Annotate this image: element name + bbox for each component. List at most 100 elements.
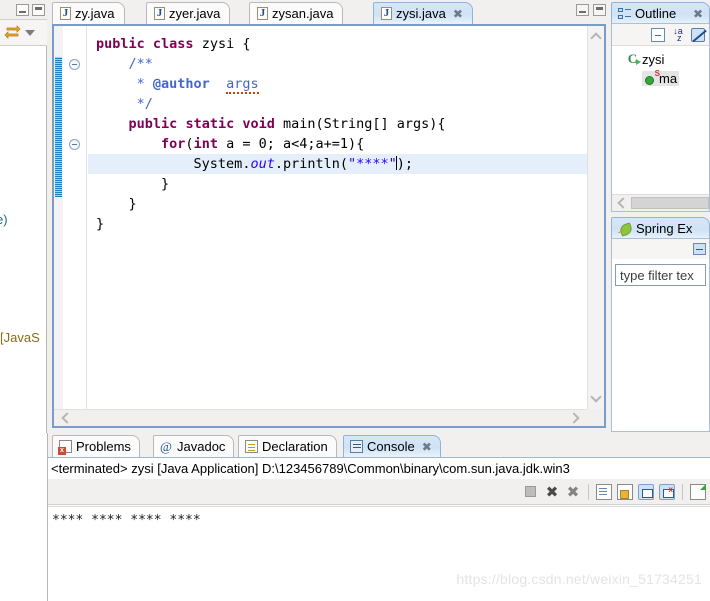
code-line: } — [88, 174, 587, 194]
code-token: class — [152, 36, 194, 52]
bottom-tab-declaration[interactable]: Declaration — [238, 435, 337, 457]
scroll-left-button[interactable] — [61, 412, 73, 424]
code-token: ); — [396, 156, 414, 172]
editor-horizontal-scrollbar[interactable] — [54, 409, 587, 426]
outline-item-content: zysi — [626, 51, 665, 67]
editor-tab-label: zysi.java — [396, 6, 446, 21]
java-file-icon — [60, 6, 71, 20]
editor-minimize-button[interactable] — [576, 4, 589, 16]
scroll-up-button[interactable] — [588, 28, 604, 45]
open-console-icon[interactable] — [690, 483, 706, 500]
bottom-tab-label: Console — [367, 439, 415, 454]
console-body: <terminated> zysi [Java Application] D:\… — [48, 457, 710, 601]
tab-spring-explorer[interactable]: Spring Ex — [611, 217, 710, 239]
declaration-icon — [245, 440, 258, 453]
java-file-icon — [154, 6, 165, 20]
bottom-panel: Problems @ Javadoc Declaration Console ✖ <ter… — [48, 433, 710, 601]
code-token: args — [226, 76, 259, 94]
fold-collapse-javadoc-icon[interactable] — [69, 59, 80, 70]
code-editor-text[interactable]: public class zysi { /** * @author args *… — [88, 26, 587, 409]
view-menu-icon[interactable] — [693, 243, 706, 255]
left-panel-text-fragment-bottom: [JavaS — [0, 330, 40, 345]
bottom-tab-console[interactable]: Console ✖ — [343, 435, 441, 457]
code-token: /** — [128, 56, 153, 72]
left-panel-toolbar — [0, 20, 47, 46]
bottom-tab-close-icon[interactable]: ✖ — [422, 440, 432, 454]
spring-leaf-icon — [618, 223, 632, 235]
code-line: for(int a = 0; a<4;a+=1){ — [88, 134, 587, 154]
code-line: /** — [88, 54, 587, 74]
show-console-on-output-icon[interactable] — [638, 483, 654, 500]
scroll-right-button[interactable] — [568, 412, 580, 424]
bottom-tab-label: Javadoc — [177, 439, 226, 454]
spring-explorer-view: Spring Ex type filter tex — [611, 215, 710, 432]
code-token: out — [250, 156, 275, 172]
left-panel-window-buttons — [16, 4, 45, 16]
editor-vertical-scrollbar[interactable] — [587, 26, 604, 409]
outline-scroll-left-icon[interactable] — [617, 197, 629, 209]
hide-fields-icon[interactable] — [691, 27, 705, 42]
javadoc-icon: @ — [160, 439, 172, 454]
editor-tab-zysi-java[interactable]: zysi.java ✖ — [373, 2, 473, 24]
clear-console-icon[interactable] — [596, 483, 612, 500]
editor-tab-zy-java[interactable]: zy.java — [52, 2, 125, 24]
outline-close-icon[interactable]: ✖ — [693, 7, 703, 21]
remove-launch-icon[interactable]: ✖ — [544, 484, 560, 500]
scrollbar-corner — [587, 409, 604, 426]
code-token: ( — [185, 136, 194, 152]
terminate-icon[interactable] — [523, 484, 539, 500]
left-panel-chrome — [0, 0, 47, 20]
code-token: void — [242, 116, 275, 132]
editor-tab-close-icon[interactable]: ✖ — [453, 7, 463, 21]
outline-title: Outline — [635, 6, 677, 21]
tab-outline[interactable]: Outline ✖ — [611, 2, 710, 24]
code-token: int — [193, 136, 218, 152]
view-menu-chevron-icon[interactable] — [25, 29, 35, 36]
outline-tree-item[interactable]: zysi — [612, 50, 709, 69]
fold-collapse-method-icon[interactable] — [69, 139, 80, 150]
editor-tab-zysan-java[interactable]: zysan.java — [249, 2, 344, 24]
editor-area: zy.java zyer.java zysan.java zysi.java ✖ pub… — [48, 0, 610, 432]
outline-view: Outline ✖ ↓a z zysi ma — [611, 0, 710, 212]
minimize-button[interactable] — [16, 4, 29, 16]
console-status-line: <terminated> zysi [Java Application] D:\… — [48, 458, 710, 479]
code-token: */ — [128, 96, 153, 112]
filter-input[interactable]: type filter tex — [615, 264, 706, 286]
editor-folding-gutter — [63, 26, 87, 426]
code-line: public class zysi { — [88, 34, 587, 54]
link-with-editor-icon[interactable] — [4, 25, 21, 40]
scroll-down-button[interactable] — [588, 390, 604, 407]
code-token: zysi { — [193, 36, 251, 52]
remove-all-launches-icon[interactable]: ✖ — [565, 484, 581, 500]
outline-tree-item[interactable]: ma — [612, 69, 709, 88]
show-console-on-error-icon[interactable] — [659, 483, 675, 500]
scroll-lock-icon[interactable] — [617, 483, 633, 500]
outline-item-label: zysi — [642, 52, 665, 67]
bottom-tab-javadoc[interactable]: @ Javadoc — [153, 435, 235, 457]
editor-frame: public class zysi { /** * @author args *… — [52, 24, 606, 428]
code-token: System. — [193, 156, 251, 172]
code-token: * — [128, 76, 153, 92]
watermark-text: https://blog.csdn.net/weixin_51734251 — [456, 571, 702, 587]
code-token: 0 — [258, 136, 267, 152]
code-line: * @author args — [88, 74, 587, 94]
editor-tab-zyer-java[interactable]: zyer.java — [146, 2, 231, 24]
spring-explorer-body: type filter tex — [611, 238, 710, 432]
code-token: "****" — [348, 156, 397, 172]
spring-explorer-toolbar — [612, 239, 709, 259]
maximize-button[interactable] — [32, 4, 45, 16]
collapse-all-icon[interactable] — [651, 27, 665, 42]
editor-change-gutter — [54, 26, 63, 426]
code-token: public — [96, 36, 145, 52]
bottom-tab-problems[interactable]: Problems — [52, 435, 140, 457]
outline-horizontal-scrollbar[interactable] — [612, 194, 709, 211]
code-token: .println( — [274, 156, 348, 172]
editor-maximize-button[interactable] — [593, 4, 606, 16]
static-method-icon — [644, 69, 660, 85]
editor-window-buttons — [576, 4, 606, 16]
outline-scroll-thumb[interactable] — [631, 197, 709, 209]
code-token: a = — [217, 136, 259, 152]
sort-alphabetically-icon[interactable]: ↓a z — [671, 26, 685, 42]
